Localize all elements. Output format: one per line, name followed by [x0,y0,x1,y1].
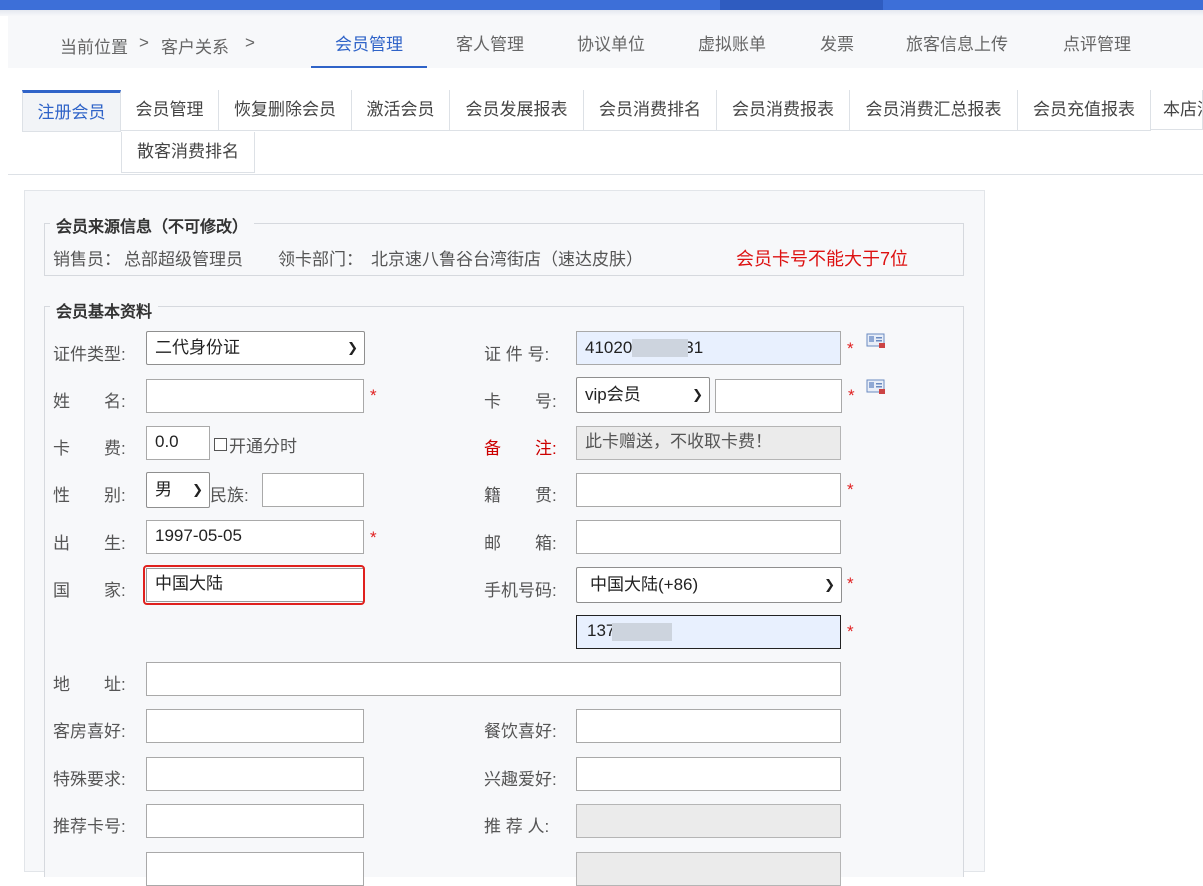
redaction-mask [632,339,688,357]
dept-value: 北京速八鲁谷台湾街店（速达皮肤） [371,250,643,269]
card-reader-icon[interactable] [866,379,886,395]
chevron-down-icon: ❯ [824,577,835,592]
referrer-input [576,804,841,838]
required-mark: * [847,339,854,358]
tab-member-spending-rank[interactable]: 会员消费排名 [584,90,717,131]
nav-reviews[interactable]: 点评管理 [1063,30,1131,55]
chevron-down-icon: ❯ [692,387,703,402]
card-length-warning: 会员卡号不能大于7位 [736,249,909,269]
tab-activate-member[interactable]: 激活会员 [352,90,450,131]
address-label: 地 址: [53,675,126,694]
tab-member-growth-report[interactable]: 会员发展报表 [450,90,584,131]
dept-label: 领卡部门： [278,250,363,269]
birth-input[interactable]: 1997-05-05 [146,520,364,554]
name-label: 姓 名: [53,392,126,411]
nav-guest-management[interactable]: 客人管理 [456,30,524,55]
email-input[interactable] [576,520,841,554]
id-card-reader-icon[interactable] [866,333,886,349]
birth-label: 出 生: [53,534,126,553]
top-nav: 当前位置 > 客户关系 > 会员管理 客人管理 协议单位 虚拟账单 发票 旅客信… [8,16,1203,69]
required-mark: * [848,386,855,405]
chevron-down-icon: ❯ [347,340,358,355]
food-pref-input[interactable] [576,709,841,743]
tab-member-management[interactable]: 会员管理 [121,90,219,131]
room-pref-label: 客房喜好: [53,722,126,741]
breadcrumb-section[interactable]: 客户关系 [161,33,229,58]
nav-member-management[interactable]: 会员管理 [335,30,403,55]
tab-member-recharge-report[interactable]: 会员充值报表 [1018,90,1151,131]
id-type-select[interactable]: 二代身份证 ❯ [146,331,365,365]
fee-input[interactable]: 0.0 [146,426,210,460]
points-checkbox-row[interactable]: 开通分时 [214,432,297,457]
id-type-label: 证件类型: [53,345,126,364]
nav-agreement-units[interactable]: 协议单位 [577,30,645,55]
tab-register-member[interactable]: 注册会员 [22,90,121,132]
card-no-input[interactable] [715,379,842,413]
required-mark: * [847,622,854,641]
tab-restore-deleted[interactable]: 恢复删除会员 [219,90,352,131]
gender-label: 性 别: [53,486,126,505]
member-source-legend: 会员来源信息（不可修改） [50,213,255,237]
card-no-label: 卡 号: [484,392,557,411]
native-label: 籍 贯: [484,486,557,505]
tab-store-spending[interactable]: 本店消 [1151,90,1203,130]
native-input[interactable] [576,473,841,507]
fee-label: 卡 费: [53,439,126,458]
breadcrumb-separator: > [139,33,149,52]
ref-card-label: 推荐卡号: [53,817,126,836]
tab-walkin-spending-rank[interactable]: 散客消费排名 [121,132,255,173]
card-type-select[interactable]: vip会员 ❯ [576,377,710,413]
address-input[interactable] [146,662,841,696]
points-checkbox[interactable] [214,438,227,451]
phone-label: 手机号码: [484,581,557,600]
room-pref-input[interactable] [146,709,364,743]
tab-member-spending-summary[interactable]: 会员消费汇总报表 [850,90,1018,131]
next-row-readonly-input [576,852,841,886]
email-label: 邮 箱: [484,534,557,553]
name-input[interactable] [146,379,364,413]
redaction-mask [612,623,672,641]
phone-region-select[interactable]: 中国大陆(+86) ❯ [576,567,842,603]
sub-tabs: 注册会员 会员管理 恢复删除会员 激活会员 会员发展报表 会员消费排名 会员消费… [8,68,1203,175]
top-accent-bar [0,0,1203,10]
special-input[interactable] [146,757,364,791]
id-no-input[interactable]: 41020 5056531 [576,331,841,365]
nav-virtual-bills[interactable]: 虚拟账单 [698,30,766,55]
nav-traveler-upload[interactable]: 旅客信息上传 [906,30,1008,55]
points-label: 开通分时 [229,437,297,456]
member-basic-legend: 会员基本资料 [50,298,159,322]
remark-label: 备 注: [484,439,557,458]
ref-card-input[interactable] [146,804,364,838]
chevron-down-icon: ❯ [192,482,203,497]
country-label: 国 家: [53,581,126,600]
hobby-label: 兴趣爱好: [484,770,557,789]
breadcrumb-current: 当前位置 [60,38,128,57]
gender-select[interactable]: 男 ❯ [146,472,210,508]
required-mark: * [847,574,854,593]
required-mark: * [847,480,854,499]
referrer-label: 推 荐 人: [484,817,550,836]
seller-value: 总部超级管理员 [124,250,243,269]
special-label: 特殊要求: [53,770,126,789]
breadcrumb-separator: > [245,33,255,52]
remark-input: 此卡赠送，不收取卡费！ [576,426,841,460]
tab-member-spending-report[interactable]: 会员消费报表 [717,90,850,131]
id-no-label: 证 件 号: [484,345,550,364]
required-mark: * [370,386,377,405]
top-accent-segment [720,0,883,10]
nav-invoice[interactable]: 发票 [820,30,854,55]
hobby-input[interactable] [576,757,841,791]
food-pref-label: 餐饮喜好: [484,722,557,741]
ethnic-input[interactable] [262,473,364,507]
highlight-box [143,565,365,605]
required-mark: * [370,528,377,547]
next-row-input[interactable] [146,852,364,886]
ethnic-label: 民族: [210,486,249,505]
seller-label: 销售员： [53,250,121,269]
